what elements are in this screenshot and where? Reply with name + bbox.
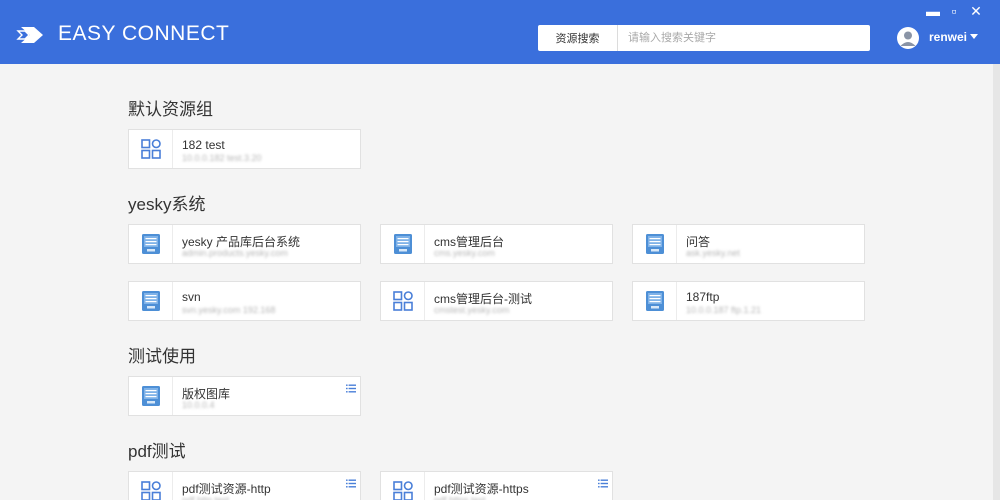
resource-address: pdf.https.test [434,495,486,500]
user-avatar[interactable] [897,27,919,49]
resource-name: 187ftp [686,290,720,304]
resource-card[interactable]: pdf测试资源-http pdf.http.test [128,471,361,500]
brand-name: EASY CONNECT [58,22,230,45]
resource-address: admin.products.yesky.com [182,248,288,258]
vertical-scrollbar[interactable] [993,64,1000,500]
resource-card[interactable]: svn svn.yesky.com 192.168 [128,281,361,321]
list-menu-icon[interactable] [598,475,608,488]
resource-address: svn.yesky.com 192.168 [182,305,276,315]
user-icon [900,31,916,46]
resource-content: 默认资源组 182 test 10.0.0.182 test.3.20 yesky… [0,64,990,500]
resource-card[interactable]: 问答 ask.yesky.net [632,224,865,264]
maximize-button[interactable]: ▫ [946,3,962,19]
resource-address: pdf.http.test [182,495,230,500]
document-icon [381,225,425,263]
group-title: yesky系统 [128,195,206,214]
search-input[interactable] [618,25,870,51]
group-title: 默认资源组 [128,100,213,119]
document-icon [129,282,173,320]
easy-connect-logo-icon [16,27,43,43]
resource-card[interactable]: yesky 产品库后台系统 admin.products.yesky.com [128,224,361,264]
resource-card[interactable]: 187ftp 10.0.0.187 ftp.1.21 [632,281,865,321]
apps-grid-icon [129,130,173,168]
close-button[interactable]: ✕ [968,3,984,19]
resource-address: 10.0.0.182 test.3.20 [182,153,262,163]
resource-card[interactable]: cms管理后台-测试 cmstest.yesky.com [380,281,613,321]
resource-name: svn [182,290,201,304]
resource-address: 10.0.0.4 [182,400,215,410]
list-menu-icon[interactable] [346,475,356,488]
minimize-button[interactable]: ▬ [925,3,941,19]
list-menu-icon[interactable] [346,380,356,393]
group-title: 测试使用 [128,347,196,366]
resource-address: cmstest.yesky.com [434,305,510,315]
search-button[interactable]: 资源搜索 [538,25,618,51]
document-icon [633,225,677,263]
group-title: pdf测试 [128,442,186,461]
document-icon [129,225,173,263]
resource-address: cms.yesky.com [434,248,495,258]
resource-address: 10.0.0.187 ftp.1.21 [686,305,762,315]
resource-card[interactable]: pdf测试资源-https pdf.https.test [380,471,613,500]
document-icon [633,282,677,320]
username[interactable]: renwei [929,30,967,44]
app-header: EASY CONNECT 资源搜索 renwei ▬ ▫ ✕ [0,0,1000,64]
resource-card[interactable]: 182 test 10.0.0.182 test.3.20 [128,129,361,169]
document-icon [129,377,173,415]
apps-grid-icon [381,282,425,320]
resource-card[interactable]: 版权图库 10.0.0.4 [128,376,361,416]
resource-address: ask.yesky.net [686,248,740,258]
search-bar: 资源搜索 [538,25,870,51]
apps-grid-icon [129,472,173,500]
chevron-down-icon[interactable] [970,34,978,39]
resource-name: 182 test [182,138,225,152]
resource-card[interactable]: cms管理后台 cms.yesky.com [380,224,613,264]
apps-grid-icon [381,472,425,500]
